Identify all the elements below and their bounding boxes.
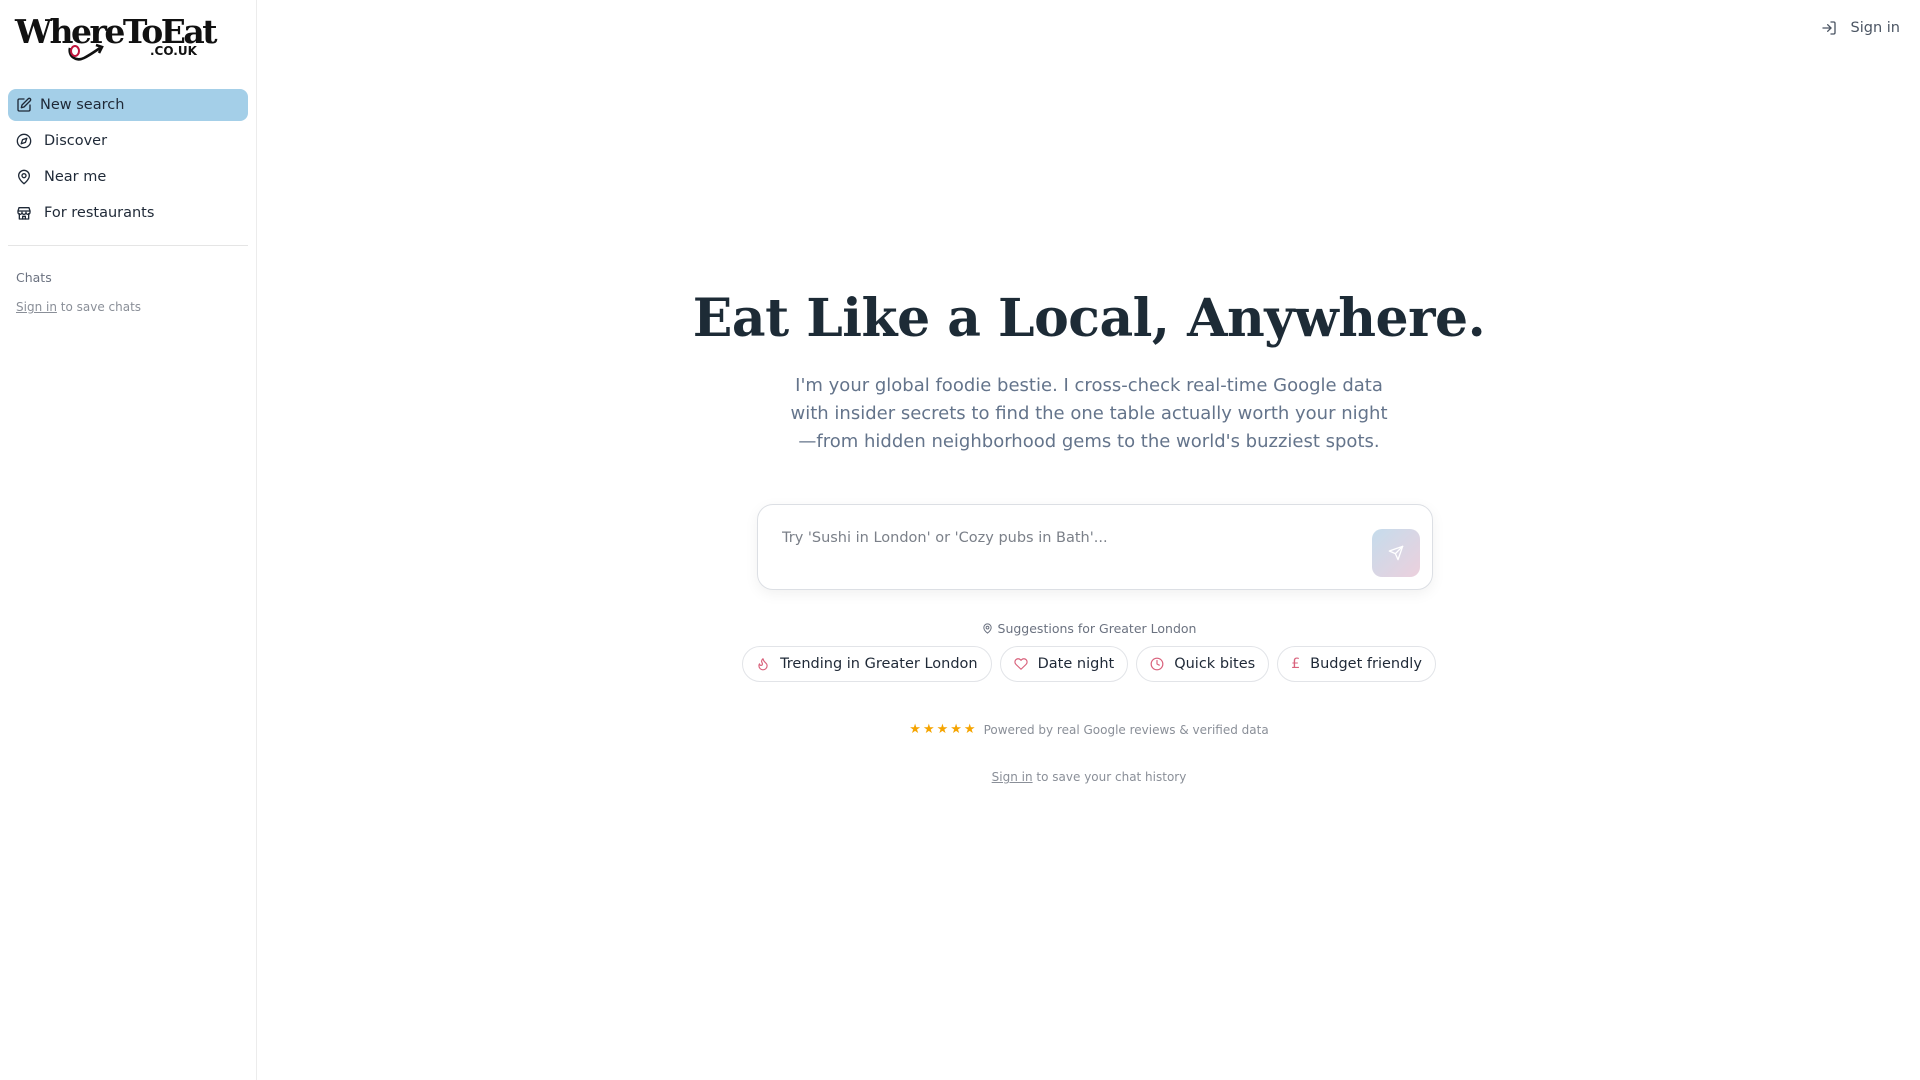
main-content: Eat Like a Local, Anywhere. I'm your glo…: [258, 0, 1920, 1080]
chip-quick-bites[interactable]: Quick bites: [1136, 646, 1270, 682]
chats-signin-link[interactable]: Sign in: [16, 300, 57, 314]
star-icon: ★: [922, 722, 935, 737]
chip-label: Quick bites: [1174, 656, 1256, 672]
map-pin-icon: [16, 169, 32, 185]
pound-icon: £: [1291, 656, 1301, 672]
edit-icon: [16, 97, 32, 113]
star-icon: ★: [936, 722, 949, 737]
flame-icon: [756, 657, 770, 671]
sidebar-item-label: Near me: [44, 169, 107, 185]
sidebar-item-discover[interactable]: Discover: [8, 125, 248, 157]
send-icon: [1388, 545, 1404, 561]
map-pin-icon: [982, 623, 993, 634]
star-icon: ★: [950, 722, 962, 737]
chats-heading: Chats: [16, 270, 52, 285]
sidebar-item-new-search[interactable]: New search: [8, 89, 248, 121]
save-history-note: Sign in to save your chat history: [258, 770, 1920, 784]
chip-label: Date night: [1037, 656, 1115, 672]
sidebar: WhereToEat .CO.UK New search Discover Ne…: [0, 0, 257, 1080]
chip-label: Trending in Greater London: [780, 656, 978, 672]
sidebar-divider: [8, 245, 248, 246]
rating-stars: ★ ★ ★ ★ ★: [909, 722, 975, 737]
compass-icon: [16, 133, 32, 149]
chats-signin-suffix: to save chats: [60, 300, 142, 314]
chip-budget-friendly[interactable]: £ Budget friendly: [1277, 646, 1436, 682]
logo-domain: .CO.UK: [150, 44, 197, 58]
logo-swirl-icon: [68, 43, 104, 61]
heart-icon: [1013, 657, 1028, 671]
clock-icon: [1150, 657, 1164, 671]
send-button[interactable]: [1372, 529, 1420, 577]
suggestions-label-text: Suggestions for Greater London: [997, 621, 1197, 636]
hero-subtitle: I'm your global foodie bestie. I cross-c…: [790, 375, 1388, 452]
chip-date-night[interactable]: Date night: [999, 646, 1129, 682]
store-icon: [16, 205, 32, 221]
sidebar-item-for-restaurants[interactable]: For restaurants: [8, 197, 248, 229]
star-icon: ★: [909, 722, 921, 737]
sidebar-item-label: For restaurants: [44, 205, 155, 221]
star-icon: ★: [963, 722, 976, 737]
sidebar-nav: New search Discover Near me For restaura…: [8, 89, 248, 233]
sidebar-item-label: Discover: [44, 133, 108, 149]
chats-signin-note: Sign in to save chats: [16, 300, 141, 314]
chip-trending[interactable]: Trending in Greater London: [742, 646, 992, 682]
trust-text: Powered by real Google reviews & verifie…: [983, 722, 1269, 737]
sidebar-item-near-me[interactable]: Near me: [8, 161, 248, 193]
save-history-signin-link[interactable]: Sign in: [992, 770, 1033, 784]
search-box: [757, 504, 1433, 590]
save-history-suffix: to save your chat history: [1036, 770, 1187, 784]
hero-headline: Eat Like a Local, Anywhere.: [692, 288, 1486, 349]
sidebar-item-label: New search: [40, 97, 125, 113]
search-input[interactable]: [782, 523, 1362, 553]
trust-line: ★ ★ ★ ★ ★ Powered by real Google reviews…: [258, 722, 1920, 737]
suggestion-chips: Trending in Greater London Date night Qu…: [258, 646, 1920, 682]
suggestions-label: Suggestions for Greater London: [258, 621, 1920, 636]
logo[interactable]: WhereToEat .CO.UK: [14, 12, 218, 67]
chip-label: Budget friendly: [1310, 656, 1422, 672]
